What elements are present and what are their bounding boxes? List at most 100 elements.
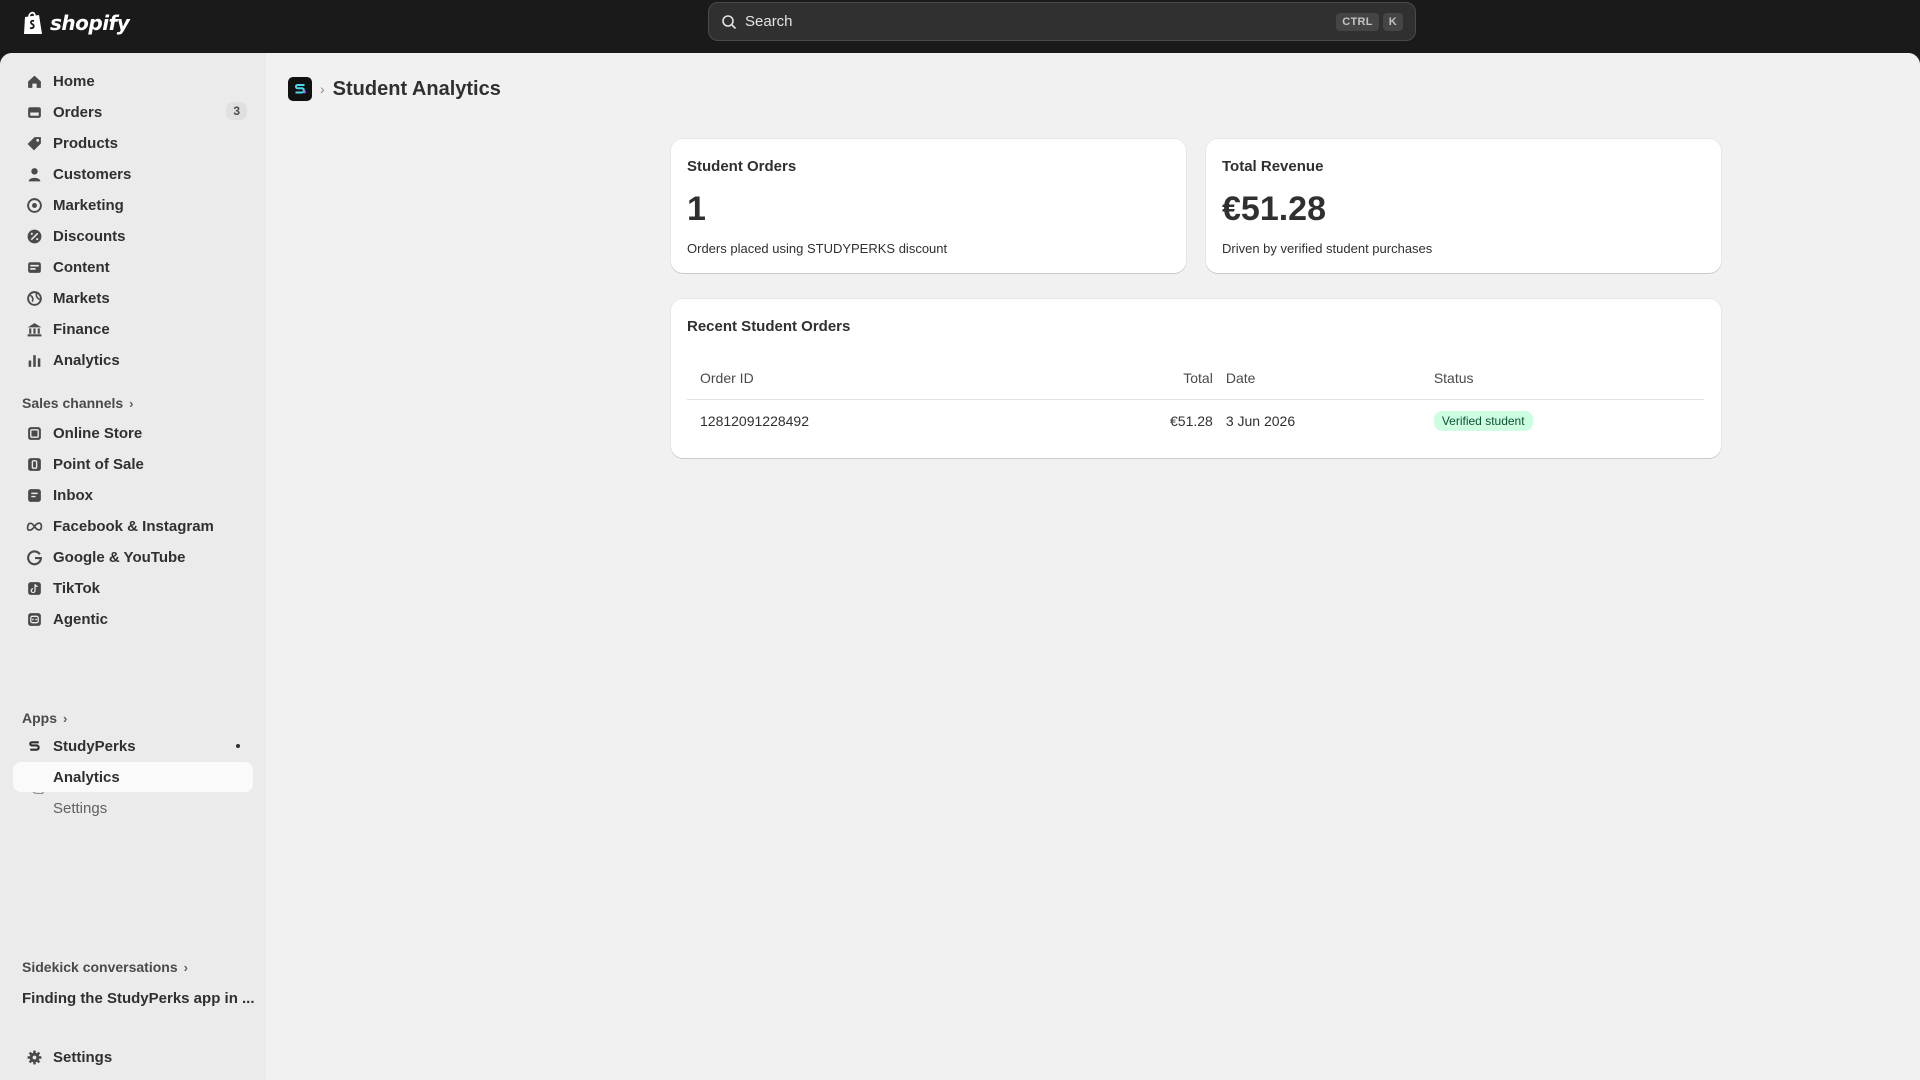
total-revenue-card: Total Revenue €51.28 Driven by verified … — [1206, 139, 1721, 273]
studyperks-icon — [25, 737, 43, 755]
sidebar-item-label: Point of Sale — [53, 455, 144, 473]
sidebar-item-settings[interactable]: Settings — [13, 1042, 253, 1072]
card-value: 1 — [687, 190, 706, 228]
column-header-date[interactable]: Date — [1212, 357, 1421, 400]
tiktok-icon — [25, 579, 43, 597]
meta-icon — [25, 517, 43, 535]
sidebar: Home Orders 3 Products Customers Marketi… — [0, 53, 266, 1080]
main-content: › Student Analytics Student Orders 1 Ord… — [266, 53, 1920, 1080]
pos-icon — [25, 455, 43, 473]
breadcrumb-chevron-icon: › — [320, 81, 325, 97]
apps-header[interactable]: Apps › — [22, 710, 67, 726]
sidebar-item-markets[interactable]: Markets — [13, 283, 253, 313]
recent-student-orders-card: Recent Student Orders Order ID Total Dat… — [671, 299, 1721, 458]
orders-icon — [25, 103, 43, 121]
page-title: Student Analytics — [332, 77, 501, 100]
sidebar-item-label: Settings — [53, 799, 108, 817]
apps-label: Apps — [22, 710, 57, 726]
orders-table: Order ID Total Date Status 1281209122849… — [687, 357, 1704, 443]
order-total-cell: €51.28 — [1170, 413, 1213, 430]
sidebar-item-label: Markets — [53, 289, 110, 307]
sidebar-item-tiktok[interactable]: TikTok — [13, 573, 253, 603]
search-bar[interactable]: Search CTRL K — [708, 2, 1416, 41]
bar-chart-icon — [25, 351, 43, 369]
sidebar-item-label: Agentic — [53, 610, 109, 628]
status-badge: Verified student — [1433, 411, 1533, 432]
agentic-icon — [25, 610, 43, 628]
table-header-row: Order ID Total Date Status — [687, 357, 1704, 400]
chevron-right-icon: › — [183, 959, 188, 975]
inbox-icon — [25, 486, 43, 504]
sidebar-item-home[interactable]: Home — [13, 66, 253, 96]
tag-icon — [25, 134, 43, 152]
order-status-cell: Verified student — [1421, 399, 1704, 443]
sidebar-item-label: Analytics — [53, 351, 120, 369]
gear-icon — [25, 1048, 43, 1066]
chevron-right-icon: › — [129, 395, 134, 411]
student-orders-card: Student Orders 1 Orders placed using STU… — [671, 139, 1186, 273]
shopify-logo[interactable]: shopify — [22, 9, 130, 37]
sidebar-item-label: Settings — [53, 1048, 113, 1066]
sidebar-item-label: Analytics — [53, 768, 120, 786]
sidebar-item-label: Orders — [53, 103, 103, 121]
sidebar-item-label: Marketing — [53, 196, 124, 214]
content-icon — [25, 258, 43, 276]
sales-channels-header[interactable]: Sales channels › — [22, 395, 134, 411]
sidebar-item-content[interactable]: Content — [13, 252, 253, 282]
table-row[interactable]: 12812091228492 €51.28 3 Jun 2026 Verifie… — [687, 399, 1704, 443]
shortcut-key-k: K — [1382, 12, 1403, 31]
sidebar-item-facebook-instagram[interactable]: Facebook & Instagram — [13, 511, 253, 541]
card-title: Student Orders — [687, 158, 797, 175]
sidekick-conversation-item[interactable]: Finding the StudyPerks app in ... — [22, 990, 255, 1007]
discount-icon — [25, 227, 43, 245]
sidebar-item-customers[interactable]: Customers — [13, 159, 253, 189]
sidebar-item-google-youtube[interactable]: Google & YouTube — [13, 542, 253, 572]
sidebar-item-label: Google & YouTube — [53, 548, 186, 566]
person-icon — [25, 165, 43, 183]
orders-count-badge: 3 — [226, 102, 247, 120]
sidebar-item-products[interactable]: Products — [13, 128, 253, 158]
order-date-cell: 3 Jun 2026 — [1225, 413, 1296, 430]
store-icon — [25, 424, 43, 442]
bank-icon — [25, 320, 43, 338]
order-id-cell[interactable]: 12812091228492 — [687, 399, 1157, 443]
sidebar-item-label: Discounts — [53, 227, 126, 245]
google-icon — [25, 548, 43, 566]
sidebar-item-inbox[interactable]: Inbox — [13, 480, 253, 510]
sidebar-item-analytics[interactable]: Analytics — [13, 345, 253, 375]
sidebar-item-agentic[interactable]: Agentic — [13, 604, 253, 634]
sidekick-conversations-header[interactable]: Sidekick conversations › — [22, 959, 188, 975]
breadcrumb: › Student Analytics — [288, 73, 501, 105]
studyperks-app-logo-icon[interactable] — [288, 77, 312, 101]
sidebar-item-discounts[interactable]: Discounts — [13, 221, 253, 251]
card-description: Driven by verified student purchases — [1222, 241, 1433, 256]
sales-channels-label: Sales channels — [22, 395, 124, 411]
search-placeholder: Search — [745, 13, 793, 30]
target-icon — [25, 196, 43, 214]
sidebar-item-point-of-sale[interactable]: Point of Sale — [13, 449, 253, 479]
shopify-wordmark: shopify — [50, 11, 130, 35]
sidebar-item-studyperks[interactable]: StudyPerks — [13, 731, 253, 761]
column-header-order-id[interactable]: Order ID — [687, 357, 1157, 400]
admin-frame: Home Orders 3 Products Customers Marketi… — [0, 53, 1920, 1080]
sidebar-item-label: Home — [53, 72, 95, 90]
top-bar: shopify Search CTRL K — [0, 0, 1920, 53]
sidebar-subitem-settings[interactable]: Settings — [13, 793, 253, 823]
sidebar-subitem-analytics[interactable]: Analytics — [13, 762, 253, 792]
sidebar-item-label: Customers — [53, 165, 132, 183]
shopify-bag-icon — [24, 11, 42, 34]
column-header-status[interactable]: Status — [1420, 357, 1704, 400]
sidebar-item-label: Facebook & Instagram — [53, 517, 214, 535]
globe-icon — [25, 289, 43, 307]
pin-dot-icon — [236, 744, 240, 748]
shortcut-key-ctrl: CTRL — [1336, 12, 1379, 31]
sidebar-item-orders[interactable]: Orders 3 — [13, 97, 253, 127]
sidebar-item-label: TikTok — [53, 579, 100, 597]
card-title: Total Revenue — [1222, 158, 1324, 175]
sidebar-item-marketing[interactable]: Marketing — [13, 190, 253, 220]
column-header-total[interactable]: Total — [1157, 357, 1213, 400]
sidebar-item-label: StudyPerks — [53, 737, 136, 755]
sidebar-item-finance[interactable]: Finance — [13, 314, 253, 344]
sidebar-item-online-store[interactable]: Online Store — [13, 418, 253, 448]
sidebar-item-label: Content — [53, 258, 110, 276]
